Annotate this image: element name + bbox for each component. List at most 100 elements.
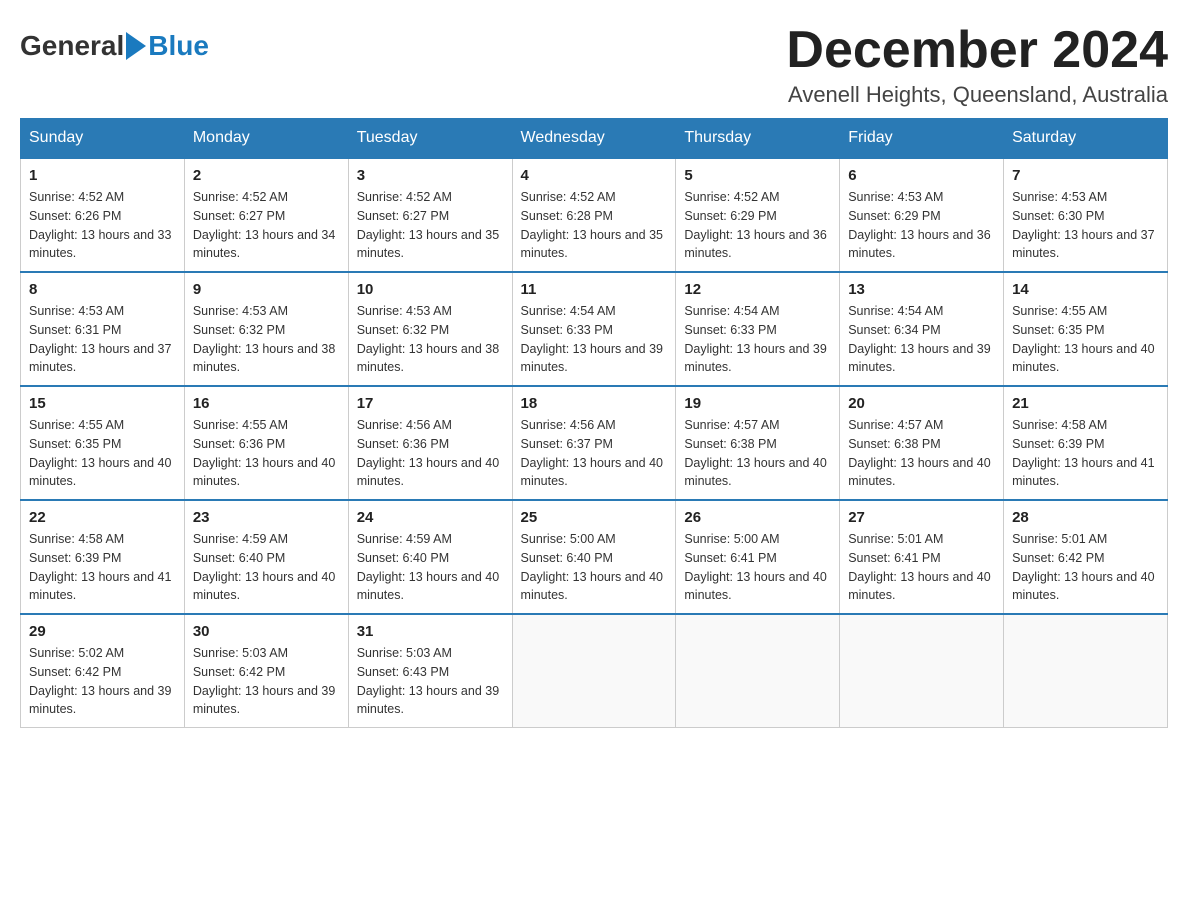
day-number: 16: [193, 395, 340, 412]
header-tuesday: Tuesday: [348, 119, 512, 159]
day-number: 9: [193, 281, 340, 298]
header-thursday: Thursday: [676, 119, 840, 159]
day-info: Sunrise: 5:03 AMSunset: 6:43 PMDaylight:…: [357, 644, 504, 719]
day-info: Sunrise: 4:56 AMSunset: 6:36 PMDaylight:…: [357, 416, 504, 491]
day-number: 19: [684, 395, 831, 412]
calendar-cell: [1004, 614, 1168, 728]
day-number: 17: [357, 395, 504, 412]
day-number: 10: [357, 281, 504, 298]
day-info: Sunrise: 4:58 AMSunset: 6:39 PMDaylight:…: [29, 530, 176, 605]
day-number: 29: [29, 623, 176, 640]
day-number: 1: [29, 167, 176, 184]
calendar-week-row: 15 Sunrise: 4:55 AMSunset: 6:35 PMDayligh…: [21, 386, 1168, 500]
day-number: 18: [521, 395, 668, 412]
day-info: Sunrise: 5:02 AMSunset: 6:42 PMDaylight:…: [29, 644, 176, 719]
day-info: Sunrise: 4:53 AMSunset: 6:32 PMDaylight:…: [193, 302, 340, 377]
day-info: Sunrise: 4:52 AMSunset: 6:28 PMDaylight:…: [521, 188, 668, 263]
page-header: General Blue December 2024 Avenell Heigh…: [20, 20, 1168, 108]
day-info: Sunrise: 5:00 AMSunset: 6:41 PMDaylight:…: [684, 530, 831, 605]
day-number: 3: [357, 167, 504, 184]
calendar-cell: 24 Sunrise: 4:59 AMSunset: 6:40 PMDayligh…: [348, 500, 512, 614]
day-info: Sunrise: 4:58 AMSunset: 6:39 PMDaylight:…: [1012, 416, 1159, 491]
day-info: Sunrise: 4:53 AMSunset: 6:32 PMDaylight:…: [357, 302, 504, 377]
calendar-cell: 12 Sunrise: 4:54 AMSunset: 6:33 PMDayligh…: [676, 272, 840, 386]
calendar-cell: 16 Sunrise: 4:55 AMSunset: 6:36 PMDayligh…: [184, 386, 348, 500]
day-info: Sunrise: 4:53 AMSunset: 6:29 PMDaylight:…: [848, 188, 995, 263]
calendar-table: Sunday Monday Tuesday Wednesday Thursday…: [20, 118, 1168, 728]
calendar-cell: 20 Sunrise: 4:57 AMSunset: 6:38 PMDayligh…: [840, 386, 1004, 500]
day-number: 25: [521, 509, 668, 526]
day-number: 4: [521, 167, 668, 184]
title-area: December 2024 Avenell Heights, Queenslan…: [786, 20, 1168, 108]
day-number: 23: [193, 509, 340, 526]
day-info: Sunrise: 4:52 AMSunset: 6:27 PMDaylight:…: [193, 188, 340, 263]
calendar-cell: 28 Sunrise: 5:01 AMSunset: 6:42 PMDayligh…: [1004, 500, 1168, 614]
day-info: Sunrise: 4:59 AMSunset: 6:40 PMDaylight:…: [193, 530, 340, 605]
day-number: 13: [848, 281, 995, 298]
day-info: Sunrise: 5:01 AMSunset: 6:42 PMDaylight:…: [1012, 530, 1159, 605]
day-info: Sunrise: 4:53 AMSunset: 6:30 PMDaylight:…: [1012, 188, 1159, 263]
header-sunday: Sunday: [21, 119, 185, 159]
calendar-cell: 3 Sunrise: 4:52 AMSunset: 6:27 PMDaylight…: [348, 158, 512, 272]
calendar-cell: 29 Sunrise: 5:02 AMSunset: 6:42 PMDayligh…: [21, 614, 185, 728]
calendar-cell: 13 Sunrise: 4:54 AMSunset: 6:34 PMDayligh…: [840, 272, 1004, 386]
header-monday: Monday: [184, 119, 348, 159]
calendar-cell: 18Sunrise: 4:56 AMSunset: 6:37 PMDayligh…: [512, 386, 676, 500]
calendar-cell: 11Sunrise: 4:54 AMSunset: 6:33 PMDayligh…: [512, 272, 676, 386]
calendar-cell: 30 Sunrise: 5:03 AMSunset: 6:42 PMDayligh…: [184, 614, 348, 728]
day-info: Sunrise: 4:55 AMSunset: 6:36 PMDaylight:…: [193, 416, 340, 491]
calendar-week-row: 22Sunrise: 4:58 AMSunset: 6:39 PMDayligh…: [21, 500, 1168, 614]
day-number: 28: [1012, 509, 1159, 526]
day-number: 11: [521, 281, 668, 298]
calendar-cell: 1 Sunrise: 4:52 AMSunset: 6:26 PMDaylight…: [21, 158, 185, 272]
calendar-cell: 8Sunrise: 4:53 AMSunset: 6:31 PMDaylight…: [21, 272, 185, 386]
day-info: Sunrise: 4:55 AMSunset: 6:35 PMDaylight:…: [29, 416, 176, 491]
calendar-cell: 2Sunrise: 4:52 AMSunset: 6:27 PMDaylight…: [184, 158, 348, 272]
header-wednesday: Wednesday: [512, 119, 676, 159]
calendar-cell: 31Sunrise: 5:03 AMSunset: 6:43 PMDayligh…: [348, 614, 512, 728]
calendar-cell: 6 Sunrise: 4:53 AMSunset: 6:29 PMDaylight…: [840, 158, 1004, 272]
day-number: 15: [29, 395, 176, 412]
header-friday: Friday: [840, 119, 1004, 159]
day-number: 26: [684, 509, 831, 526]
calendar-cell: 17 Sunrise: 4:56 AMSunset: 6:36 PMDayligh…: [348, 386, 512, 500]
day-info: Sunrise: 4:54 AMSunset: 6:34 PMDaylight:…: [848, 302, 995, 377]
day-number: 6: [848, 167, 995, 184]
day-info: Sunrise: 4:54 AMSunset: 6:33 PMDaylight:…: [684, 302, 831, 377]
calendar-cell: 25 Sunrise: 5:00 AMSunset: 6:40 PMDayligh…: [512, 500, 676, 614]
logo: General Blue: [20, 30, 209, 62]
calendar-week-row: 8Sunrise: 4:53 AMSunset: 6:31 PMDaylight…: [21, 272, 1168, 386]
calendar-cell: 5 Sunrise: 4:52 AMSunset: 6:29 PMDaylight…: [676, 158, 840, 272]
calendar-cell: 26 Sunrise: 5:00 AMSunset: 6:41 PMDayligh…: [676, 500, 840, 614]
day-info: Sunrise: 5:00 AMSunset: 6:40 PMDaylight:…: [521, 530, 668, 605]
day-number: 30: [193, 623, 340, 640]
calendar-cell: 7Sunrise: 4:53 AMSunset: 6:30 PMDaylight…: [1004, 158, 1168, 272]
calendar-week-row: 29 Sunrise: 5:02 AMSunset: 6:42 PMDayligh…: [21, 614, 1168, 728]
day-number: 20: [848, 395, 995, 412]
calendar-cell: 10 Sunrise: 4:53 AMSunset: 6:32 PMDayligh…: [348, 272, 512, 386]
day-info: Sunrise: 4:52 AMSunset: 6:29 PMDaylight:…: [684, 188, 831, 263]
calendar-cell: [676, 614, 840, 728]
calendar-cell: 15 Sunrise: 4:55 AMSunset: 6:35 PMDayligh…: [21, 386, 185, 500]
day-info: Sunrise: 5:03 AMSunset: 6:42 PMDaylight:…: [193, 644, 340, 719]
header-saturday: Saturday: [1004, 119, 1168, 159]
day-info: Sunrise: 4:52 AMSunset: 6:27 PMDaylight:…: [357, 188, 504, 263]
calendar-cell: [512, 614, 676, 728]
day-info: Sunrise: 5:01 AMSunset: 6:41 PMDaylight:…: [848, 530, 995, 605]
day-info: Sunrise: 4:52 AMSunset: 6:26 PMDaylight:…: [29, 188, 176, 263]
day-number: 5: [684, 167, 831, 184]
calendar-cell: [840, 614, 1004, 728]
calendar-cell: 14Sunrise: 4:55 AMSunset: 6:35 PMDayligh…: [1004, 272, 1168, 386]
day-number: 24: [357, 509, 504, 526]
day-number: 27: [848, 509, 995, 526]
day-info: Sunrise: 4:57 AMSunset: 6:38 PMDaylight:…: [848, 416, 995, 491]
location-subtitle: Avenell Heights, Queensland, Australia: [786, 82, 1168, 108]
logo-general: General: [20, 30, 124, 62]
calendar-cell: 21Sunrise: 4:58 AMSunset: 6:39 PMDayligh…: [1004, 386, 1168, 500]
day-info: Sunrise: 4:57 AMSunset: 6:38 PMDaylight:…: [684, 416, 831, 491]
day-info: Sunrise: 4:59 AMSunset: 6:40 PMDaylight:…: [357, 530, 504, 605]
weekday-header-row: Sunday Monday Tuesday Wednesday Thursday…: [21, 119, 1168, 159]
day-number: 12: [684, 281, 831, 298]
calendar-cell: 23 Sunrise: 4:59 AMSunset: 6:40 PMDayligh…: [184, 500, 348, 614]
day-number: 14: [1012, 281, 1159, 298]
